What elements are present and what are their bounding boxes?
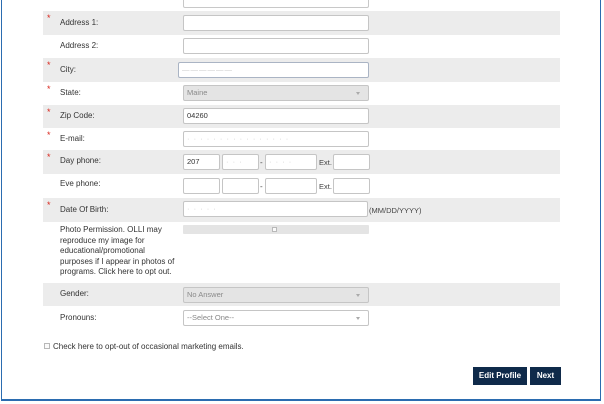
day-phone-prefix-input[interactable]: · · ·	[222, 154, 259, 170]
ext-label: Ext.	[319, 182, 332, 191]
email-input[interactable]: · · · · · · · · · · · · · · · ·	[183, 131, 369, 147]
gender-select-value: No Answer	[187, 290, 224, 299]
pronouns-select[interactable]: --Select One--	[183, 310, 369, 326]
required-marker: *	[47, 107, 51, 117]
day-phone-area-input[interactable]: 207	[183, 154, 220, 170]
day-phone-ext-input[interactable]	[333, 154, 370, 170]
edit-profile-button[interactable]: Edit Profile	[473, 367, 527, 385]
dob-row: * Date Of Birth: · · · · · (MM/DD/YYYY)	[43, 198, 560, 222]
eve-phone-ext-input[interactable]	[333, 178, 370, 194]
day-phone-label: Day phone:	[60, 156, 101, 165]
required-marker: *	[47, 84, 51, 94]
dob-input[interactable]: · · · · ·	[183, 201, 368, 217]
address2-label: Address 2:	[60, 41, 99, 50]
photo-permission-checkbox[interactable]	[272, 226, 277, 232]
city-row: * City: ——————	[43, 58, 560, 82]
phone-dash: -	[260, 158, 263, 167]
required-marker: *	[47, 152, 51, 162]
phone-dash: -	[260, 182, 263, 191]
address2-row: Address 2:	[43, 35, 560, 58]
photo-permission-row: Photo Permission. OLLI may reproduce my …	[43, 222, 560, 283]
pronouns-label: Pronouns:	[60, 313, 97, 322]
required-marker: *	[47, 60, 51, 70]
next-button[interactable]: Next	[530, 367, 561, 385]
gender-label: Gender:	[60, 289, 89, 298]
required-marker: *	[47, 13, 51, 23]
required-marker: *	[47, 200, 51, 210]
chevron-down-icon	[356, 92, 360, 95]
eve-phone-area-input[interactable]	[183, 178, 220, 194]
marketing-opt-out-label[interactable]: Check here to opt-out of occasional mark…	[53, 342, 244, 351]
gender-row: Gender: No Answer	[43, 283, 560, 306]
day-phone-line-input[interactable]: · · · ·	[265, 154, 317, 170]
zip-row: * Zip Code: 04260	[43, 105, 560, 128]
email-label: E-mail:	[60, 134, 85, 143]
ext-label: Ext.	[319, 158, 332, 167]
pronouns-row: Pronouns: --Select One--	[43, 306, 560, 329]
state-label: State:	[60, 88, 81, 97]
eve-phone-label: Eve phone:	[60, 179, 101, 188]
required-marker: *	[47, 130, 51, 140]
address1-input[interactable]	[183, 15, 369, 31]
previous-field-input[interactable]	[183, 0, 369, 8]
day-phone-row: * Day phone: 207 · · · - · · · · Ext.	[43, 150, 560, 174]
chevron-down-icon	[356, 317, 360, 320]
pronouns-select-value: --Select One--	[187, 313, 235, 322]
photo-permission-toggle-bar[interactable]	[183, 225, 369, 234]
eve-phone-line-input[interactable]	[265, 178, 317, 194]
dob-format-hint: (MM/DD/YYYY)	[369, 206, 422, 215]
zip-input[interactable]: 04260	[183, 108, 369, 124]
state-select-value: Maine	[187, 88, 208, 97]
gender-select[interactable]: No Answer	[183, 287, 369, 303]
dob-label: Date Of Birth:	[60, 205, 109, 214]
city-label: City:	[60, 65, 76, 74]
marketing-opt-out-checkbox[interactable]	[44, 343, 50, 349]
state-row: * State: Maine	[43, 82, 560, 105]
eve-phone-row: Eve phone: - Ext.	[43, 174, 560, 198]
eve-phone-prefix-input[interactable]	[222, 178, 259, 194]
city-input[interactable]: ——————	[178, 62, 369, 78]
photo-permission-text: Photo Permission. OLLI may reproduce my …	[60, 225, 175, 276]
email-row: * E-mail: · · · · · · · · · · · · · · · …	[43, 128, 560, 150]
state-select[interactable]: Maine	[183, 85, 369, 101]
address1-row: * Address 1:	[43, 11, 560, 35]
address2-input[interactable]	[183, 38, 369, 54]
address1-label: Address 1:	[60, 18, 99, 27]
chevron-down-icon	[356, 294, 360, 297]
zip-label: Zip Code:	[60, 111, 95, 120]
